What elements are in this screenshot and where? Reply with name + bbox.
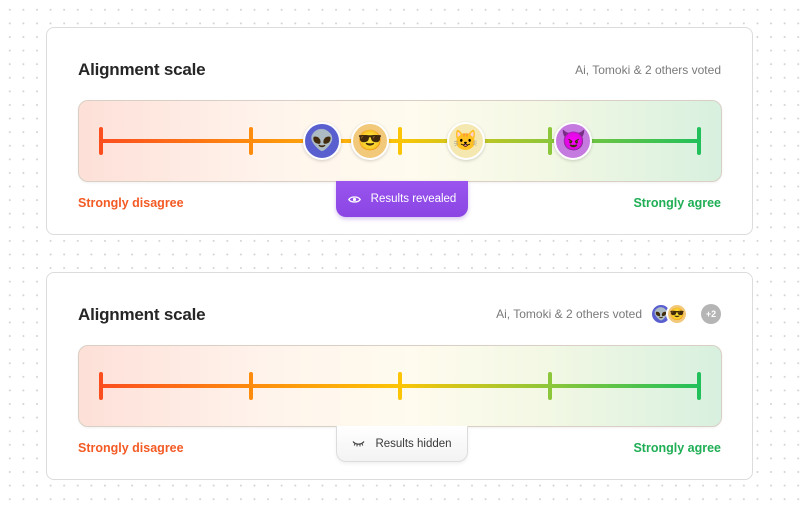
scale-tick[interactable] [398,127,402,155]
results-tab-label: Results hidden [375,437,452,450]
label-strongly-agree: Strongly agree [633,441,721,455]
scale-tick[interactable] [547,372,552,400]
results-tab-label: Results revealed [370,193,457,205]
label-strongly-agree: Strongly agree [633,196,721,210]
voters-text: Ai, Tomoki & 2 others voted [575,63,721,77]
scale-tick[interactable] [248,372,253,400]
voters-summary: Ai, Tomoki & 2 others voted [575,63,721,77]
eye-closed-icon [352,440,365,447]
vote-avatar-alien[interactable]: 👽 [303,122,342,160]
scale-tick[interactable] [99,127,103,155]
voter-avatar-sunglasses: 😎 [666,303,688,325]
alignment-scale[interactable]: 👽 😎 😺 😈 [78,100,722,182]
alignment-card-revealed: Alignment scale Ai, Tomoki & 2 others vo… [46,27,753,235]
vote-avatar-cat[interactable]: 😺 [446,122,485,160]
alignment-scale[interactable] [78,345,722,427]
alignment-card-hidden: Alignment scale Ai, Tomoki & 2 others vo… [46,272,753,480]
scale-tick[interactable] [248,127,253,155]
label-strongly-disagree: Strongly disagree [78,196,184,210]
scale-tick[interactable] [398,372,402,400]
eye-icon [347,195,361,204]
vote-avatar-devil[interactable]: 😈 [554,122,593,160]
vote-avatar-sunglasses[interactable]: 😎 [351,122,390,160]
voters-summary: Ai, Tomoki & 2 others voted 👽 😎 +2 [496,303,721,325]
card-title: Alignment scale [78,305,206,324]
results-hidden-toggle[interactable]: Results hidden [336,426,468,462]
label-strongly-disagree: Strongly disagree [78,441,184,455]
scale-tick[interactable] [697,127,701,155]
scale-tick[interactable] [697,372,701,400]
card-title: Alignment scale [78,60,206,79]
results-revealed-toggle[interactable]: Results revealed [336,181,468,217]
voter-avatar-stack[interactable]: 👽 😎 [650,303,688,325]
voters-text: Ai, Tomoki & 2 others voted [496,307,642,321]
scale-tick[interactable] [547,127,552,155]
scale-tick[interactable] [99,372,103,400]
more-voters-badge[interactable]: +2 [701,304,721,324]
